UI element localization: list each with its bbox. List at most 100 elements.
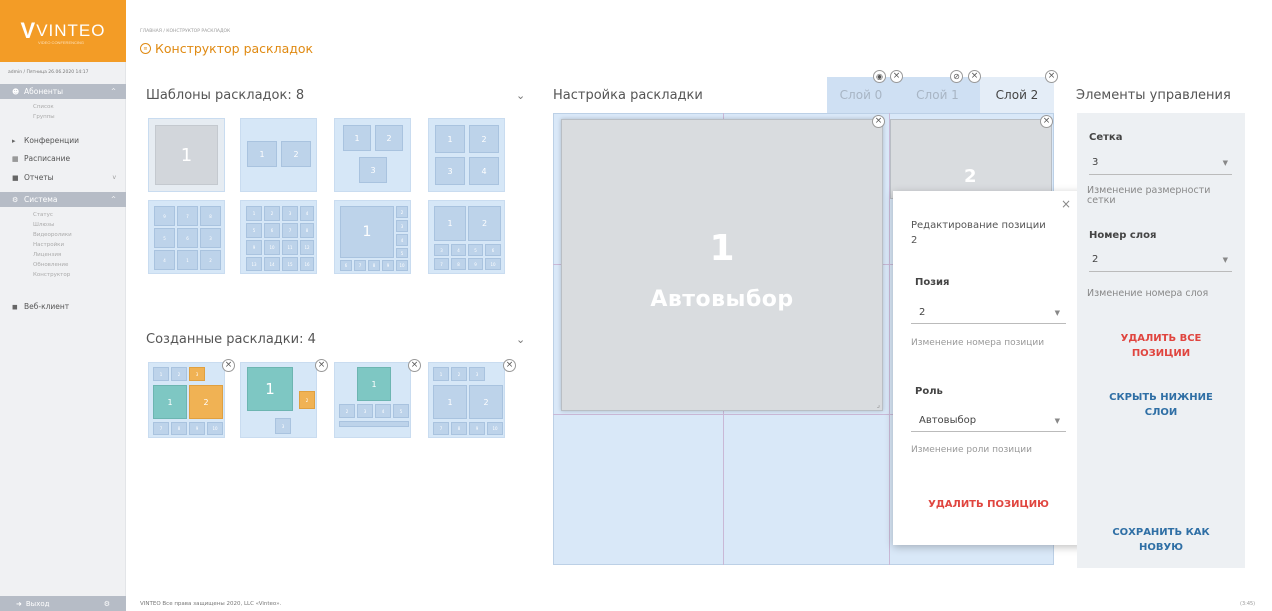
eye-off-icon[interactable]: ⊘: [950, 70, 963, 83]
chevron-down-icon[interactable]: ⌄: [516, 89, 525, 102]
sidebar-subitem-videos[interactable]: Видеоролики: [33, 232, 72, 238]
delete-position-1-close-icon[interactable]: ×: [872, 115, 885, 128]
close-layer-0-icon[interactable]: ×: [890, 70, 903, 83]
template-cell: 1: [155, 125, 218, 185]
template-6[interactable]: 1 2 3 4 5 6 7 8 9 10 11 12 13 14 15 16: [240, 200, 317, 274]
close-layer-2-icon[interactable]: ×: [1045, 70, 1058, 83]
template-4[interactable]: 1 2 3 4: [428, 118, 505, 192]
dropdown-arrow-icon: ▼: [1054, 416, 1060, 425]
position-slot-1[interactable]: 1 Автовыбор ⌟: [561, 119, 883, 411]
position-select[interactable]: 2 ▼: [911, 302, 1066, 324]
created-layout-3[interactable]: 1 2 3 4 5: [334, 362, 411, 438]
tab-layer-0[interactable]: Слой 0: [827, 77, 895, 113]
sidebar-subitem-license[interactable]: Лицензия: [33, 252, 61, 258]
template-cell: 3: [282, 206, 298, 221]
sidebar-subitem-groups[interactable]: Группы: [33, 114, 55, 120]
template-cell: 15: [282, 257, 298, 271]
page-title: ≡ Конструктор раскладок: [140, 41, 313, 56]
template-cell: 11: [282, 240, 298, 255]
sidebar-item-subscribers[interactable]: ☻ Абоненты ^: [0, 84, 126, 99]
sidebar-item-web-client[interactable]: ◼ Веб-клиент: [0, 299, 126, 314]
close-layer-1-icon[interactable]: ×: [968, 70, 981, 83]
sidebar-subitem-gateways[interactable]: Шлюзы: [33, 222, 54, 228]
created-layouts-title: Созданные раскладки: 4: [146, 332, 316, 347]
sidebar-item-label: Веб-клиент: [24, 302, 70, 311]
template-cell: 6: [485, 244, 501, 256]
layout-cell: 10: [487, 422, 503, 435]
save-as-new-button[interactable]: СОХРАНИТЬ КАК НОВУЮ: [1077, 525, 1245, 555]
close-icon[interactable]: ×: [1061, 197, 1071, 211]
template-cell: 8: [451, 258, 466, 270]
position-slot-2[interactable]: 2: [890, 119, 1052, 199]
template-cell: 2: [281, 141, 311, 167]
delete-layout-4-close-icon[interactable]: ×: [503, 359, 516, 372]
layout-cell: 3: [275, 418, 291, 434]
template-cell: 4: [396, 234, 408, 246]
report-icon: ■: [12, 173, 19, 182]
delete-layout-1-close-icon[interactable]: ×: [222, 359, 235, 372]
template-2[interactable]: 1 2: [240, 118, 317, 192]
template-8[interactable]: 1 2 3 4 5 6 7 8 9 10: [428, 200, 505, 274]
created-layout-1[interactable]: 1 2 3 1 2 7 8 9 10: [148, 362, 225, 438]
template-5[interactable]: 9 7 8 5 6 3 4 1 2: [148, 200, 225, 274]
template-cell: 9: [154, 206, 175, 226]
sidebar-item-system[interactable]: ⚙ Система ^: [0, 192, 126, 207]
template-cell: 1: [434, 206, 466, 241]
sidebar-item-reports[interactable]: ■ Отчеты v: [0, 170, 126, 185]
template-cell: 7: [177, 206, 198, 226]
logout-button[interactable]: Выход: [26, 600, 50, 608]
template-cell: 10: [396, 260, 408, 271]
template-1[interactable]: 1: [148, 118, 225, 192]
role-select[interactable]: Автовыбор ▼: [911, 410, 1066, 432]
grid-select[interactable]: 3 ▼: [1089, 151, 1232, 175]
sidebar-subitem-update[interactable]: Обновление: [33, 262, 68, 268]
gear-icon[interactable]: ⚙: [104, 600, 110, 608]
chevron-down-icon[interactable]: ⌄: [516, 333, 525, 346]
template-3[interactable]: 1 2 3: [334, 118, 411, 192]
delete-all-positions-button[interactable]: УДАЛИТЬ ВСЕ ПОЗИЦИИ: [1077, 331, 1245, 361]
template-cell: 9: [246, 240, 262, 255]
tab-layer-2[interactable]: Слой 2: [980, 77, 1054, 113]
sidebar-item-conferences[interactable]: ▸ Конференции: [0, 133, 126, 148]
layout-icon: ≡: [140, 43, 151, 54]
sidebar-subitem-list[interactable]: Список: [33, 104, 54, 110]
chevron-up-icon: ^: [110, 196, 116, 203]
created-layout-2[interactable]: 1 2 3: [240, 362, 317, 438]
grid-label: Сетка: [1089, 132, 1123, 143]
template-cell: 1: [435, 125, 465, 153]
page-title-text: Конструктор раскладок: [155, 41, 314, 56]
template-cell: 10: [264, 240, 280, 255]
sidebar-subitem-settings[interactable]: Настройки: [33, 242, 64, 248]
layout-cell: 1: [357, 367, 391, 401]
template-cell: 3: [434, 244, 449, 256]
layout-setup-title: Настройка раскладки: [553, 88, 703, 103]
sidebar: V VINTEO VIDEO CONFERENCING admin / Пятн…: [0, 0, 126, 611]
template-cell: 16: [300, 257, 314, 271]
sidebar-subitem-constructor[interactable]: Конструктор: [33, 272, 70, 278]
template-cell: 6: [340, 260, 352, 271]
delete-layout-2-close-icon[interactable]: ×: [315, 359, 328, 372]
controls-title: Элементы управления: [1076, 88, 1231, 103]
created-layout-4[interactable]: 1 2 3 1 2 7 8 9 10: [428, 362, 505, 438]
delete-position-button[interactable]: УДАЛИТЬ ПОЗИЦИЮ: [893, 499, 1084, 510]
template-cell: 3: [396, 220, 408, 232]
eye-icon[interactable]: ◉: [873, 70, 886, 83]
delete-position-2-close-icon[interactable]: ×: [1040, 115, 1053, 128]
sidebar-subitem-status[interactable]: Статус: [33, 212, 53, 218]
sidebar-item-schedule[interactable]: ▦ Расписание: [0, 151, 126, 166]
layout-cell: 2: [171, 367, 187, 381]
resize-handle-icon[interactable]: ⌟: [877, 401, 880, 409]
hide-lower-layers-button[interactable]: СКРЫТЬ НИЖНИЕ СЛОИ: [1077, 390, 1245, 420]
template-cell: 2: [264, 206, 280, 221]
template-cell: 10: [485, 258, 501, 270]
layer-number-select[interactable]: 2 ▼: [1089, 248, 1232, 272]
chevron-up-icon: ^: [110, 88, 116, 95]
logo[interactable]: V VINTEO VIDEO CONFERENCING: [0, 0, 126, 62]
role-label: Роль: [915, 386, 943, 397]
tab-layer-1[interactable]: Слой 1: [895, 77, 980, 113]
layout-cell: 1: [153, 385, 187, 419]
copyright: VINTEO Все права защищены 2020, LLC «Vin…: [140, 601, 282, 607]
template-cell: 5: [246, 223, 262, 238]
template-7[interactable]: 1 2 3 4 5 6 7 8 9 10: [334, 200, 411, 274]
delete-layout-3-close-icon[interactable]: ×: [408, 359, 421, 372]
